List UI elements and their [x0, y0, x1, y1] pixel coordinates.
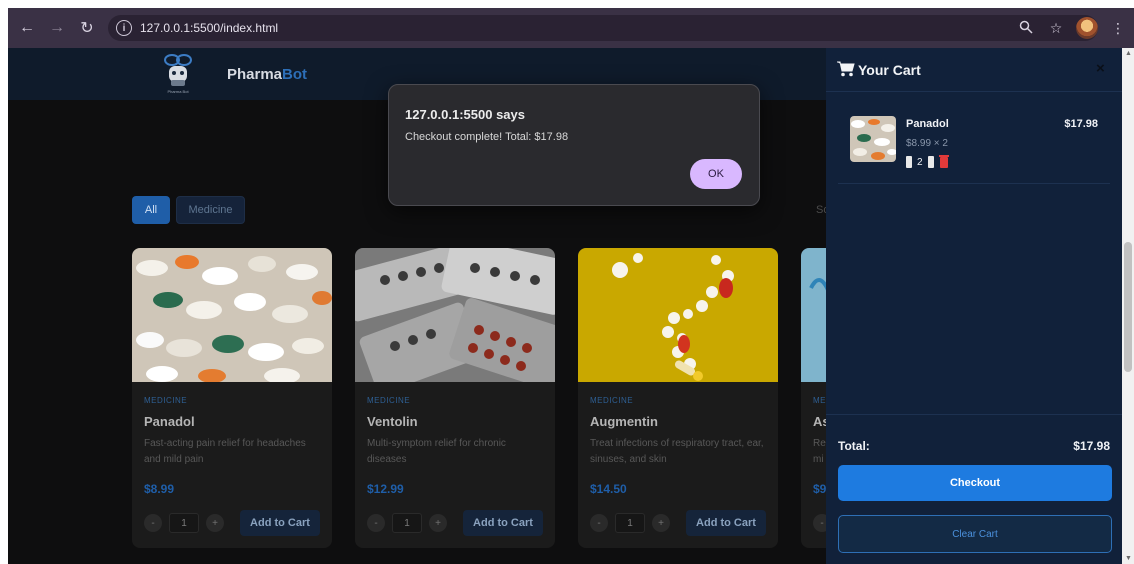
address-url: 127.0.0.1:5500/index.html	[140, 21, 279, 35]
cart-decrease-button[interactable]	[906, 156, 912, 168]
product-image	[355, 248, 555, 382]
browser-actions: ☆ ⋮	[1016, 15, 1128, 41]
product-card: MEDICINE Augmentin Treat infections of r…	[578, 248, 778, 548]
qty-plus-button[interactable]: +	[429, 514, 447, 532]
product-name: Ventolin	[367, 414, 418, 429]
dialog-ok-button[interactable]: OK	[690, 159, 742, 189]
add-to-cart-button[interactable]: Add to Cart	[686, 510, 766, 536]
product-description: Multi-symptom relief for chronic disease…	[367, 438, 506, 465]
close-icon[interactable]: ×	[1096, 60, 1105, 77]
qty-minus-button[interactable]: -	[367, 514, 385, 532]
cart-item-name: Panadol	[906, 118, 949, 130]
qty-input[interactable]: 1	[392, 513, 422, 533]
alert-dialog: 127.0.0.1:5500 says Checkout complete! T…	[388, 84, 760, 206]
pharmabot-logo[interactable]: Pharma Bot	[160, 52, 196, 96]
filter-medicine-button[interactable]: Medicine	[176, 196, 245, 224]
product-card: MEDICINE Panadol Fast-acting pain relief…	[132, 248, 332, 548]
site-info-icon[interactable]: i	[116, 20, 132, 36]
zoom-icon[interactable]	[1016, 20, 1036, 37]
product-description: Treat infections of respiratory tract, e…	[590, 438, 764, 465]
page-content: Pharma Bot PharmaBot All Medicine So MED…	[8, 48, 1134, 564]
product-category: ME	[813, 396, 826, 405]
scroll-thumb[interactable]	[1124, 242, 1132, 372]
cart-footer: Total: $17.98 Checkout Clear Cart	[826, 414, 1122, 564]
product-price: $14.50	[590, 482, 627, 496]
browser-viewport: ← → ↻ i 127.0.0.1:5500/index.html ☆ ⋮ Ph…	[8, 8, 1134, 564]
add-to-cart-button[interactable]: Add to Cart	[463, 510, 543, 536]
product-name: Panadol	[144, 414, 195, 429]
qty-minus-button[interactable]: -	[590, 514, 608, 532]
product-category: MEDICINE	[590, 396, 634, 405]
scroll-up-icon[interactable]: ▲	[1125, 50, 1132, 57]
cart-item-qty: 2	[917, 156, 923, 168]
cart-item-controls: 2	[906, 154, 949, 168]
cart-item-unit-price: $8.99 × 2	[906, 138, 948, 149]
kebab-menu-icon[interactable]: ⋮	[1108, 20, 1128, 37]
product-price: $9	[813, 482, 827, 496]
page-scrollbar[interactable]: ▲ ▼	[1122, 48, 1134, 564]
scroll-down-icon[interactable]: ▼	[1125, 555, 1132, 562]
reload-icon[interactable]: ↻	[74, 15, 100, 41]
trash-icon[interactable]	[938, 154, 949, 168]
cart-title: Your Cart	[858, 62, 921, 78]
logo-caption: Pharma Bot	[167, 89, 189, 94]
product-category: MEDICINE	[144, 396, 188, 405]
shopping-cart-icon	[837, 61, 855, 77]
brand-suffix: Bot	[282, 66, 308, 83]
qty-plus-button[interactable]: +	[206, 514, 224, 532]
product-name: Augmentin	[590, 414, 658, 429]
cart-item: Panadol $8.99 × 2 $17.98 2	[838, 100, 1110, 184]
qty-plus-button[interactable]: +	[652, 514, 670, 532]
cart-increase-button[interactable]	[927, 156, 934, 168]
qty-minus-button[interactable]: -	[144, 514, 162, 532]
cart-total-value: $17.98	[1073, 439, 1110, 453]
product-category: MEDICINE	[367, 396, 411, 405]
qty-input[interactable]: 1	[169, 513, 199, 533]
address-bar[interactable]: i 127.0.0.1:5500/index.html	[108, 15, 1098, 41]
cart-item-image	[850, 116, 896, 162]
product-price: $8.99	[144, 482, 175, 496]
dialog-title: 127.0.0.1:5500 says	[405, 107, 525, 122]
clear-cart-button[interactable]: Clear Cart	[838, 515, 1112, 553]
add-to-cart-button[interactable]: Add to Cart	[240, 510, 320, 536]
forward-icon[interactable]: →	[44, 15, 70, 41]
back-icon[interactable]: ←	[14, 15, 40, 41]
brand-prefix: Pharma	[227, 66, 283, 83]
product-image	[132, 248, 332, 382]
cart-item-line-total: $17.98	[1064, 118, 1098, 130]
qty-input[interactable]: 1	[615, 513, 645, 533]
cart-panel: Your Cart × Panadol $8.99 × 2 $17.98 2 T…	[826, 48, 1122, 564]
filter-all-button[interactable]: All	[132, 196, 170, 224]
product-card: MEDICINE Ventolin Multi-symptom relief f…	[355, 248, 555, 548]
browser-toolbar: ← → ↻ i 127.0.0.1:5500/index.html ☆ ⋮	[8, 8, 1134, 48]
star-icon[interactable]: ☆	[1046, 20, 1066, 37]
profile-avatar[interactable]	[1076, 17, 1098, 39]
product-image	[578, 248, 778, 382]
dialog-message: Checkout complete! Total: $17.98	[405, 131, 569, 143]
cart-header: Your Cart ×	[826, 48, 1122, 92]
cart-total-label: Total:	[838, 439, 870, 453]
checkout-button[interactable]: Checkout	[838, 465, 1112, 501]
product-price: $12.99	[367, 482, 404, 496]
brand-name[interactable]: PharmaBot	[227, 66, 307, 83]
product-description: Fast-acting pain relief for headaches an…	[144, 438, 306, 465]
